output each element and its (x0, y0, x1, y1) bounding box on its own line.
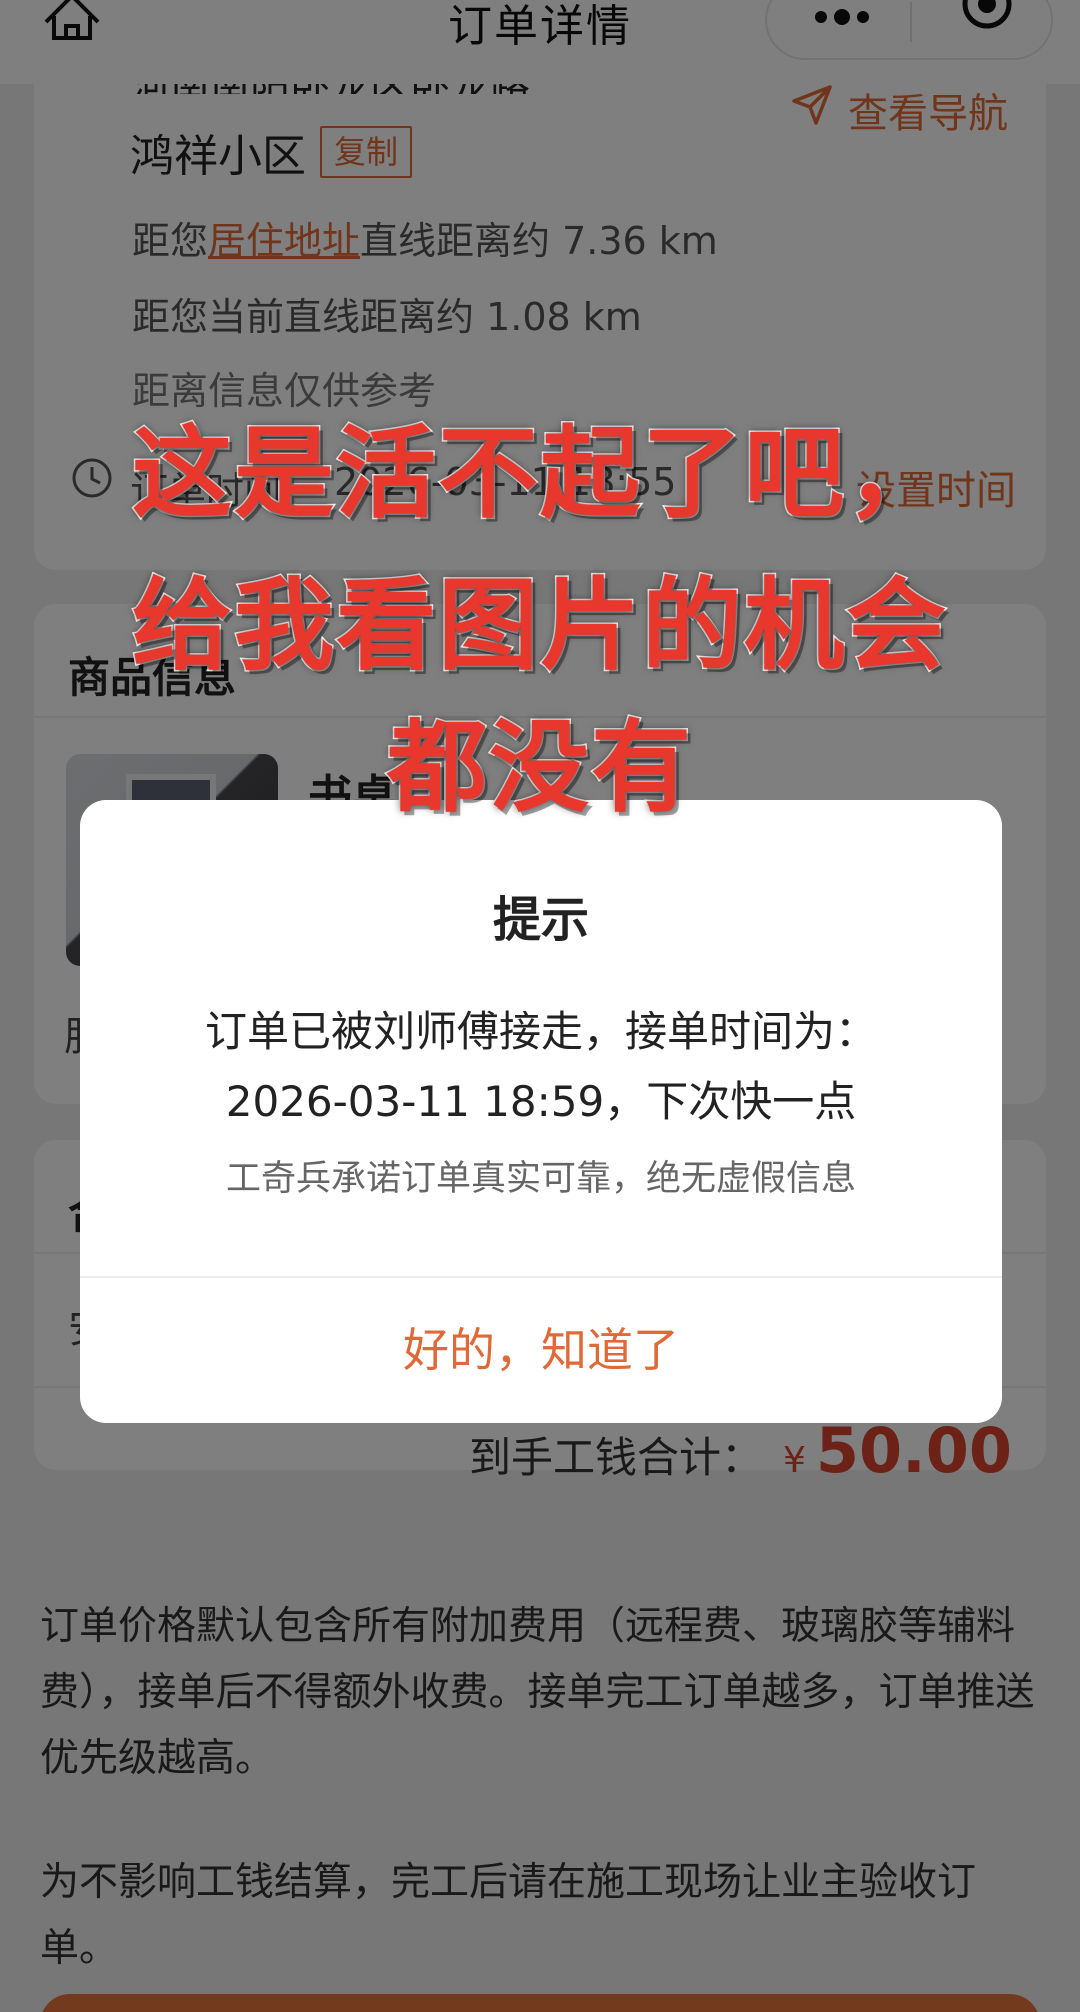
dialog-message-line2: 2026-03-11 18:59，下次快一点 (225, 1077, 857, 1126)
dialog-confirm-button[interactable]: 好的，知道了 (80, 1278, 1002, 1423)
caption-line-2: 给我看图片的机会 (131, 566, 948, 686)
caption-line-3: 都没有 (386, 708, 693, 828)
dialog-disclaimer: 工奇兵承诺订单真实可靠，绝无虚假信息 (225, 1159, 856, 1199)
caption-line-1: 这是活不起了吧， (131, 414, 948, 534)
dialog-title: 提示 (492, 892, 589, 948)
dialog-message-line1: 订单已被刘师傅接走，接单时间为： (204, 1007, 877, 1056)
alert-dialog: 提示 订单已被刘师傅接走，接单时间为： 2026-03-11 18:59，下次快… (80, 800, 1002, 1423)
